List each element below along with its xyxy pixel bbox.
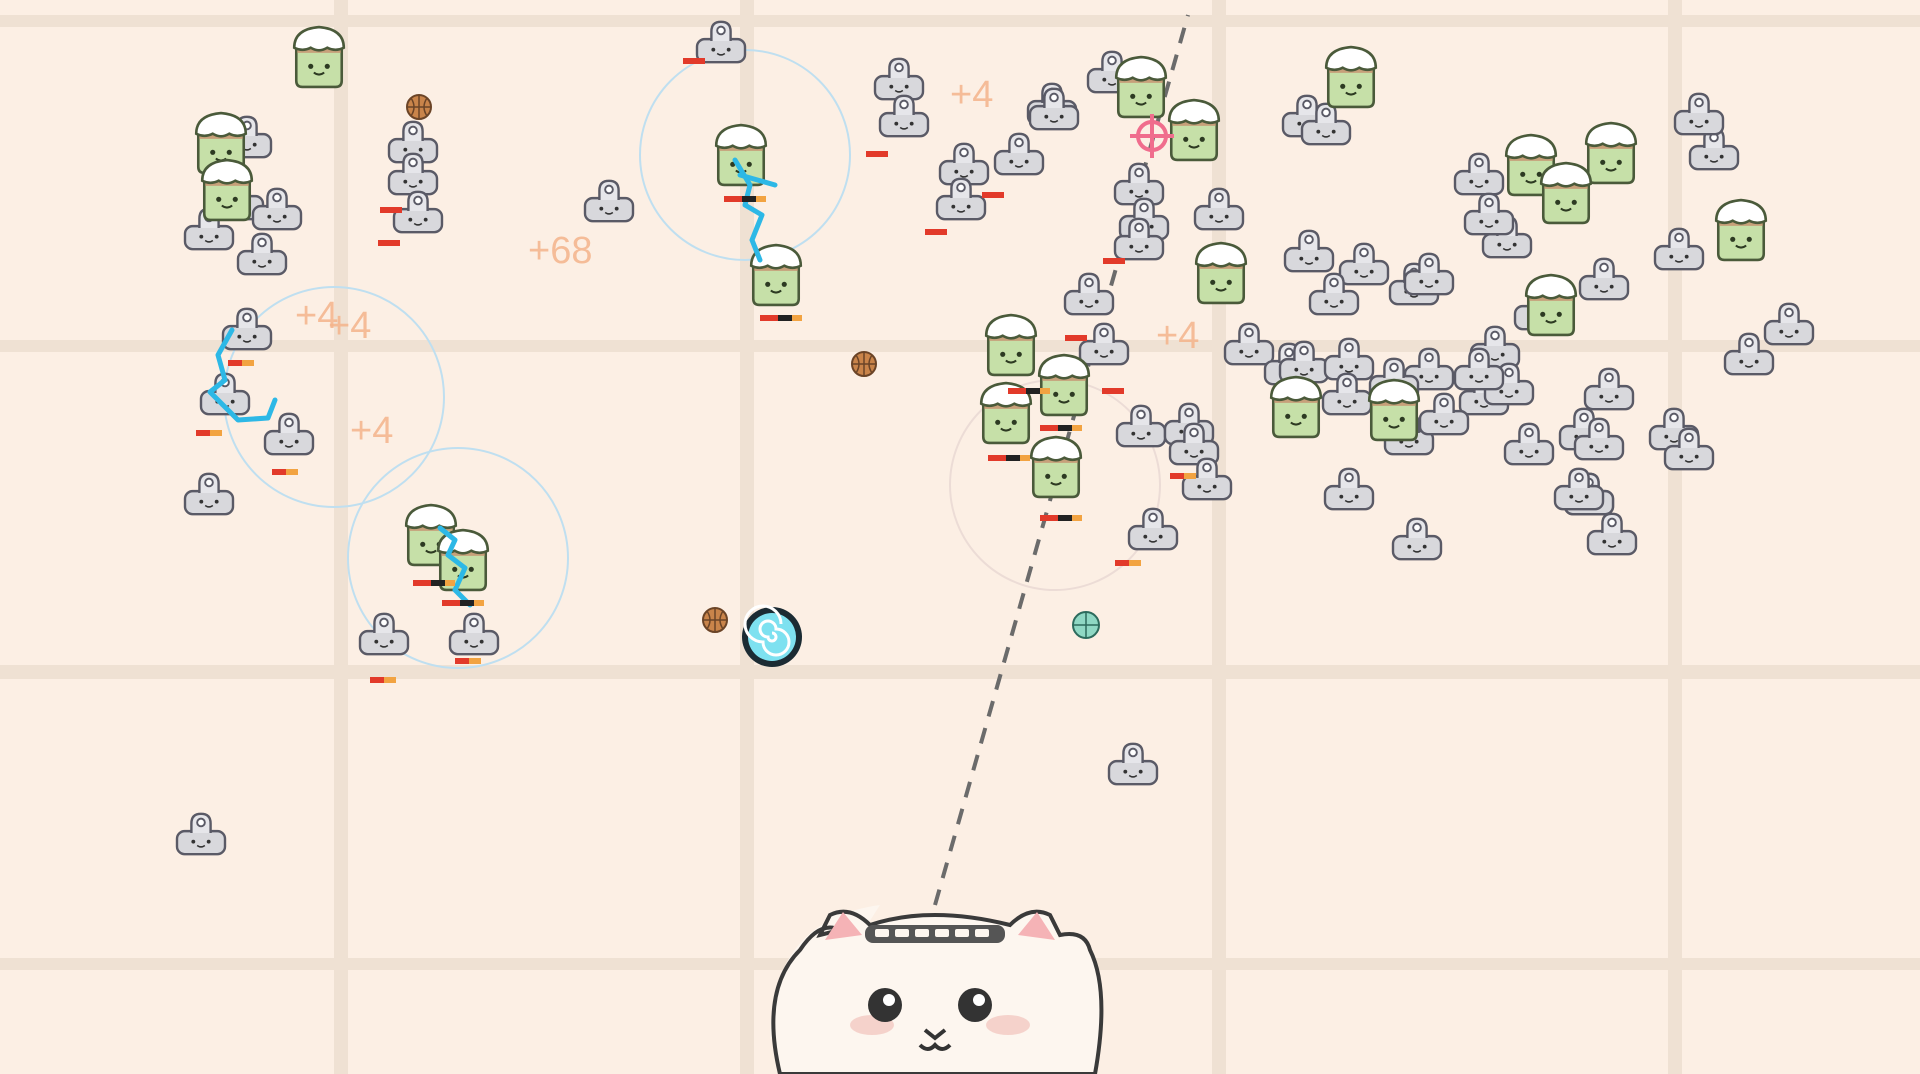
binder-clip-enemy-icon [1403,252,1455,296]
binder-clip-enemy-icon [1578,257,1630,301]
health-bar [1040,515,1082,521]
health-bar [724,196,766,202]
score-popup: +4 [950,74,993,116]
binder-clip-enemy-icon [1223,322,1275,366]
teal-ball-icon [1072,611,1100,639]
health-bar [988,455,1030,461]
crosshair-icon [1130,114,1174,158]
game-scene[interactable]: +68 +4 +4 +4 +4 +4 [0,0,1920,1074]
health-bar [272,469,298,475]
matcha-cake-enemy-icon [1029,435,1083,499]
health-bar [1102,388,1124,394]
health-bar [760,315,802,321]
binder-clip-enemy-icon [878,94,930,138]
matcha-cake-enemy-icon [984,313,1038,377]
matcha-cake-enemy-icon [200,158,254,222]
matcha-cake-enemy-icon [1324,45,1378,109]
matcha-cake-enemy-icon [1114,55,1168,119]
binder-clip-enemy-icon [1338,242,1390,286]
binder-clip-enemy-icon [1503,422,1555,466]
health-bar [228,360,254,366]
binder-clip-enemy-icon [448,612,500,656]
binder-clip-enemy-icon [1113,162,1165,206]
health-bar [378,240,400,246]
binder-clip-enemy-icon [583,179,635,223]
binder-clip-enemy-icon [1586,512,1638,556]
health-bar [1040,425,1082,431]
binder-clip-enemy-icon [1193,187,1245,231]
health-bar [866,151,888,157]
basketball-icon [851,351,877,377]
health-bar [413,580,455,586]
score-popup: +4 [328,305,371,347]
matcha-cake-enemy-icon [1194,241,1248,305]
health-bar [380,207,402,213]
matcha-cake-enemy-icon [1584,121,1638,185]
binder-clip-enemy-icon [1463,192,1515,236]
basketball-icon [702,607,728,633]
binder-clip-enemy-icon [251,187,303,231]
health-bar [196,430,222,436]
matcha-cake-enemy-icon [1539,161,1593,225]
health-bar [455,658,481,664]
health-bar [370,677,396,683]
binder-clip-enemy-icon [236,232,288,276]
binder-clip-enemy-icon [263,412,315,456]
health-bar [982,192,1004,198]
binder-clip-enemy-icon [1028,87,1080,131]
binder-clip-enemy-icon [1453,152,1505,196]
matcha-cake-enemy-icon [292,25,346,89]
binder-clip-enemy-icon [1391,517,1443,561]
binder-clip-enemy-icon [1078,322,1130,366]
score-popup: +4 [1156,315,1199,357]
health-bar [1065,335,1087,341]
binder-clip-enemy-icon [1583,367,1635,411]
binder-clip-enemy-icon [183,472,235,516]
binder-clip-enemy-icon [1673,92,1725,136]
binder-clip-enemy-icon [1107,742,1159,786]
matcha-cake-enemy-icon [1714,198,1768,262]
score-popup: +68 [528,230,592,272]
binder-clip-enemy-icon [1283,229,1335,273]
binder-clip-enemy-icon [873,57,925,101]
matcha-cake-enemy-icon [1367,378,1421,442]
matcha-cake-enemy-icon [1037,353,1091,417]
health-bar [1170,473,1196,479]
binder-clip-enemy-icon [1653,227,1705,271]
binder-clip-enemy-icon [695,20,747,64]
binder-clip-enemy-icon [1115,404,1167,448]
health-bar [1008,388,1050,394]
score-popup: +4 [350,410,393,452]
health-bar [1103,258,1125,264]
health-bar [442,600,484,606]
health-bar [925,229,947,235]
binder-clip-enemy-icon [993,132,1045,176]
basketball-icon [406,94,432,120]
binder-clip-enemy-icon [1127,507,1179,551]
matcha-cake-enemy-icon [1524,273,1578,337]
matcha-cake-enemy-icon [1167,98,1221,162]
health-bar [683,58,705,64]
binder-clip-enemy-icon [1763,302,1815,346]
game-stage[interactable]: +68 +4 +4 +4 +4 +4 [0,0,1920,1074]
binder-clip-enemy-icon [175,812,227,856]
binder-clip-enemy-icon [1323,467,1375,511]
binder-clip-enemy-icon [1063,272,1115,316]
enemy-swarm [175,20,1815,856]
player-cat-launcher[interactable] [770,905,1104,1074]
health-bar [1115,560,1141,566]
matcha-cake-enemy-icon [1269,375,1323,439]
